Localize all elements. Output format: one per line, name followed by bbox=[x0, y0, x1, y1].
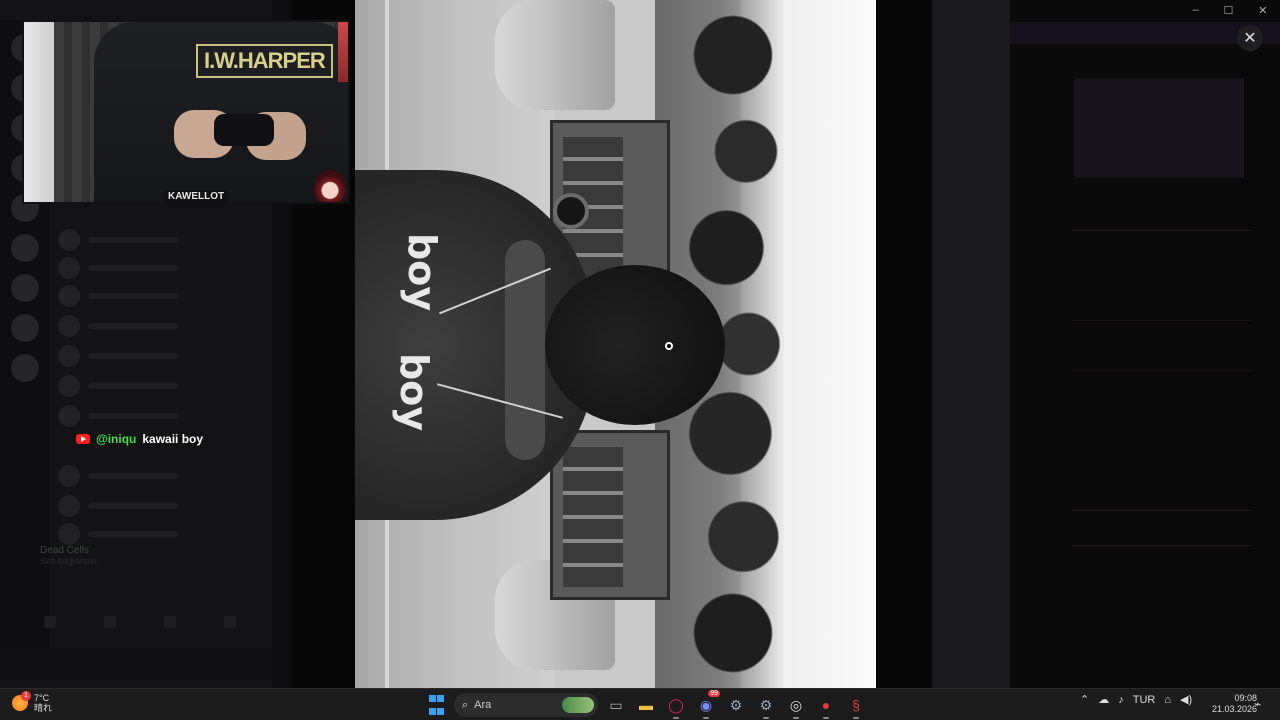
red-decoration bbox=[338, 22, 348, 82]
chat-message: @iniqu kawaii boy bbox=[76, 432, 203, 446]
steam-icon[interactable]: ⚙ bbox=[754, 693, 778, 719]
media-viewer[interactable]: boy boy bbox=[355, 0, 876, 688]
divider bbox=[1072, 230, 1252, 231]
obs-icon[interactable]: ◎ bbox=[784, 693, 808, 719]
minimize-icon[interactable]: – bbox=[1192, 4, 1198, 16]
server-icon[interactable] bbox=[11, 354, 39, 382]
chat-username: @iniqu bbox=[96, 432, 137, 446]
taskbar-apps: ⌕ Ara ▭ ▬ ◯ ◉ 99 ⚙ ⚙ ◎ ● § bbox=[424, 690, 868, 719]
search-icon: ⌕ bbox=[462, 698, 469, 711]
network-icon[interactable]: ⌂ bbox=[1164, 694, 1171, 706]
weather-temp: 7°C bbox=[34, 693, 50, 703]
wall bbox=[24, 22, 54, 202]
divider bbox=[1072, 320, 1252, 321]
start-button[interactable] bbox=[424, 693, 448, 717]
list-item[interactable] bbox=[58, 228, 178, 252]
clock[interactable]: 09:08 21.03.2026 bbox=[1212, 693, 1257, 715]
person: boy boy bbox=[355, 170, 725, 520]
mouse-cursor-icon bbox=[665, 342, 673, 350]
hoodie-print: boy bbox=[392, 352, 437, 432]
list-item[interactable] bbox=[58, 256, 178, 280]
maximize-icon[interactable]: ☐ bbox=[1224, 4, 1234, 17]
language-indicator[interactable]: TUR bbox=[1133, 694, 1156, 706]
list-item[interactable] bbox=[58, 522, 178, 546]
list-item[interactable] bbox=[58, 374, 178, 398]
weather-widget[interactable]: 1 7°C 晴れ bbox=[12, 691, 53, 713]
name-tag: KAWELLOT bbox=[164, 190, 229, 202]
chat-area-dimmed bbox=[932, 0, 1010, 688]
held-object bbox=[214, 114, 274, 146]
discord-right-dimmed bbox=[932, 0, 1280, 688]
weather-badge: 1 bbox=[21, 691, 31, 701]
camera-icon[interactable] bbox=[44, 616, 56, 628]
mascot-avatar bbox=[314, 170, 346, 202]
window-close-icon[interactable]: ✕ bbox=[1258, 4, 1267, 17]
volume-icon[interactable]: ◀) bbox=[1180, 693, 1192, 706]
car bbox=[495, 0, 615, 110]
task-view-icon[interactable]: ▭ bbox=[604, 693, 628, 717]
file-explorer-icon[interactable]: ▬ bbox=[634, 693, 658, 717]
youtube-icon bbox=[76, 434, 90, 444]
profile-banner bbox=[1074, 78, 1244, 178]
head bbox=[545, 265, 725, 425]
opera-gx-icon[interactable]: ◯ bbox=[664, 693, 688, 719]
media-app-icon[interactable]: ● bbox=[814, 693, 838, 719]
screen-share-icon[interactable] bbox=[104, 616, 116, 628]
clock-date: 21.03.2026 bbox=[1212, 704, 1258, 714]
close-viewer-button[interactable]: ✕ bbox=[1237, 25, 1263, 51]
weather-condition: 晴れ bbox=[34, 703, 53, 713]
server-icon[interactable] bbox=[11, 314, 39, 342]
desktop-stage: Dead Cells Ses bağlantısı boy boy I.W.HA… bbox=[0, 0, 1280, 688]
chevron-up-icon[interactable]: ⌃ bbox=[1080, 693, 1089, 706]
soundboard-icon[interactable] bbox=[224, 616, 236, 628]
hoodie-print: boy bbox=[400, 232, 445, 312]
voice-channel-name: Dead Cells bbox=[40, 545, 89, 556]
microphone-icon[interactable]: ♪ bbox=[1118, 694, 1124, 706]
system-tray: ⌃ ☁ ♪ TUR ⌂ ◀) bbox=[1080, 693, 1192, 707]
close-icon: ✕ bbox=[1243, 30, 1257, 47]
chat-text: kawaii boy bbox=[142, 432, 204, 446]
taskbar-search[interactable]: ⌕ Ara bbox=[454, 693, 598, 717]
list-item[interactable] bbox=[58, 494, 178, 518]
game-app-icon[interactable]: § bbox=[844, 693, 868, 719]
shirt-print: I.W.HARPER bbox=[196, 44, 333, 78]
list-item[interactable] bbox=[58, 344, 178, 368]
divider bbox=[1072, 370, 1252, 371]
server-icon[interactable] bbox=[11, 234, 39, 262]
window-controls: – ☐ ✕ bbox=[1180, 0, 1280, 20]
search-placeholder: Ara bbox=[474, 699, 492, 711]
clock-time: 09:08 bbox=[1234, 693, 1258, 703]
taskbar: 1 7°C 晴れ ⌕ Ara ▭ ▬ ◯ ◉ 99 ⚙ ⚙ ◎ ● § ⌃ ☁ ♪… bbox=[0, 688, 1280, 720]
list-item[interactable] bbox=[58, 464, 178, 488]
discord-badge: 99 bbox=[708, 690, 720, 697]
discord-icon[interactable]: ◉ 99 bbox=[694, 690, 720, 719]
divider bbox=[1072, 510, 1252, 511]
divider bbox=[1072, 545, 1252, 546]
list-item[interactable] bbox=[58, 314, 178, 338]
steam-icon[interactable]: ⚙ bbox=[724, 693, 748, 717]
voice-controls bbox=[20, 616, 260, 636]
activity-icon[interactable] bbox=[164, 616, 176, 628]
voice-status: Dead Cells Ses bağlantısı bbox=[40, 545, 97, 566]
cloud-icon[interactable]: ☁ bbox=[1098, 693, 1109, 706]
search-highlight-icon bbox=[562, 697, 594, 713]
notification-icon[interactable]: ⌁ bbox=[1254, 697, 1261, 711]
list-item[interactable] bbox=[58, 404, 178, 428]
voice-subtitle: Ses bağlantısı bbox=[40, 556, 98, 566]
user-panel bbox=[0, 648, 272, 680]
webcam-overlay: I.W.HARPER KAWELLOT bbox=[22, 20, 350, 204]
list-item[interactable] bbox=[58, 284, 178, 308]
server-icon[interactable] bbox=[11, 274, 39, 302]
weather-icon: 1 bbox=[12, 691, 31, 711]
